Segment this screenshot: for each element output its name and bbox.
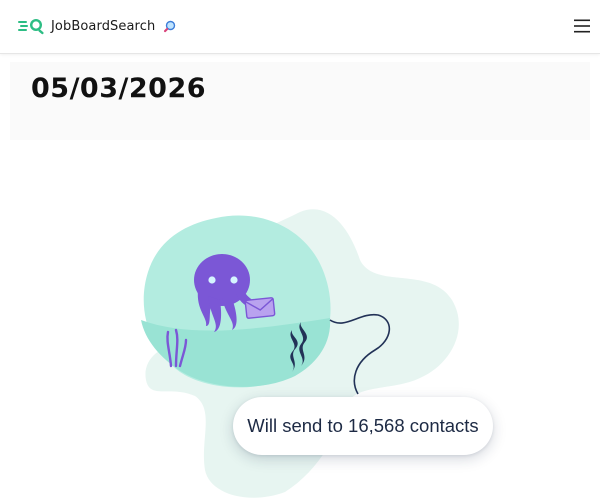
envelope-icon [244,297,276,319]
recipients-summary-pill: Will send to 16,568 contacts [233,397,493,455]
recipients-count-text: Will send to 16,568 contacts [247,415,479,436]
